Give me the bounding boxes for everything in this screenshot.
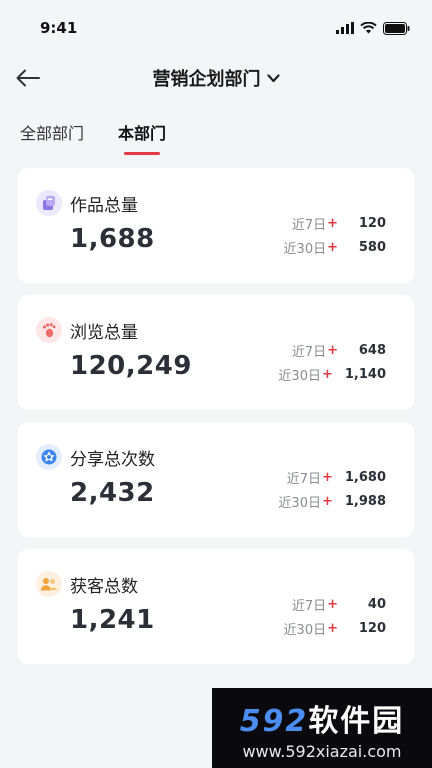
stat-value: 1,988 xyxy=(344,493,386,509)
customers-icon xyxy=(36,571,62,597)
stat-value: 1,140 xyxy=(344,366,386,382)
stat-row-30d: 近30日 + 1,988 xyxy=(278,492,386,511)
share-icon xyxy=(36,444,62,470)
stat-label: 近30日 xyxy=(283,622,327,638)
stat-value: 648 xyxy=(358,342,386,358)
stat-value: 120 xyxy=(358,620,386,636)
card-title: 获客总数 xyxy=(70,576,138,597)
plus-sign: + xyxy=(327,342,338,358)
card-header: 获客总数 xyxy=(36,571,394,597)
stat-row-30d: 近30日 + 580 xyxy=(283,238,386,257)
stat-label: 近7日 xyxy=(291,598,327,614)
nav-bar: 营销企划部门 xyxy=(0,56,432,100)
battery-icon xyxy=(383,21,410,35)
card-recent-stats: 近7日 + 120 近30日 + 580 xyxy=(283,214,386,257)
watermark-logo: 592软件园 xyxy=(240,696,405,740)
stat-card-works[interactable]: 作品总量 1,688 近7日 + 120 近30日 + 580 xyxy=(18,168,414,283)
status-time: 9:41 xyxy=(40,19,78,37)
arrow-left-icon xyxy=(16,69,40,87)
watermark-url: www.592xiazai.com xyxy=(242,741,402,761)
card-recent-stats: 近7日 + 40 近30日 + 120 xyxy=(283,595,386,638)
stat-value: 120 xyxy=(358,215,386,231)
stat-value: 40 xyxy=(367,596,386,612)
tab-all-departments[interactable]: 全部部门 xyxy=(20,120,84,144)
wifi-icon xyxy=(360,22,377,34)
watermark-brand-name: 软件园 xyxy=(308,703,405,739)
chevron-down-icon xyxy=(266,73,280,82)
plus-sign: + xyxy=(321,493,333,509)
card-recent-stats: 近7日 + 1,680 近30日 + 1,988 xyxy=(278,468,386,511)
watermark-brand-number: 592 xyxy=(239,703,309,739)
card-title: 作品总量 xyxy=(70,195,138,216)
active-tab-indicator xyxy=(124,152,161,155)
stat-label: 近30日 xyxy=(278,495,321,511)
status-icons xyxy=(336,21,410,35)
stat-row-30d: 近30日 + 1,140 xyxy=(278,365,386,384)
stat-label: 近7日 xyxy=(291,217,327,233)
department-tabs: 全部部门 本部门 xyxy=(0,100,432,156)
card-header: 作品总量 xyxy=(36,190,394,216)
footprint-icon xyxy=(36,317,62,343)
stat-label: 近7日 xyxy=(291,344,327,360)
tab-my-department[interactable]: 本部门 xyxy=(118,120,167,155)
stat-value: 1,680 xyxy=(344,469,386,485)
stat-value: 580 xyxy=(358,239,386,255)
signal-icon xyxy=(336,22,354,34)
stat-label: 近7日 xyxy=(286,471,321,487)
tab-label: 全部部门 xyxy=(20,124,85,143)
works-icon xyxy=(36,190,62,216)
back-button[interactable] xyxy=(16,64,46,92)
card-title: 分享总次数 xyxy=(70,449,155,470)
stat-card-shares[interactable]: 分享总次数 2,432 近7日 + 1,680 近30日 + 1,988 xyxy=(18,422,414,537)
stat-row-7d: 近7日 + 120 xyxy=(284,214,386,233)
stat-label: 近30日 xyxy=(278,368,321,384)
plus-sign: + xyxy=(327,620,338,636)
stat-card-views[interactable]: 浏览总量 120,249 近7日 + 648 近30日 + 1,140 xyxy=(18,295,414,410)
stat-row-7d: 近7日 + 40 xyxy=(284,595,386,614)
plus-sign: + xyxy=(321,469,333,485)
plus-sign: + xyxy=(327,215,338,231)
plus-sign: + xyxy=(321,366,333,382)
card-header: 分享总次数 xyxy=(36,444,394,470)
watermark: 592软件园 www.592xiazai.com xyxy=(212,688,432,768)
card-title: 浏览总量 xyxy=(70,322,138,343)
stat-card-customers[interactable]: 获客总数 1,241 近7日 + 40 近30日 + 120 xyxy=(18,549,414,664)
card-header: 浏览总量 xyxy=(36,317,394,343)
department-selector[interactable]: 营销企划部门 xyxy=(153,65,280,91)
nav-title: 营销企划部门 xyxy=(152,69,261,90)
stat-row-7d: 近7日 + 1,680 xyxy=(278,468,386,487)
card-recent-stats: 近7日 + 648 近30日 + 1,140 xyxy=(278,341,386,384)
status-bar: 9:41 xyxy=(0,0,432,56)
stats-card-list: 作品总量 1,688 近7日 + 120 近30日 + 580 浏览总量 120… xyxy=(0,156,432,664)
plus-sign: + xyxy=(327,596,338,612)
stat-row-30d: 近30日 + 120 xyxy=(283,619,386,638)
stat-row-7d: 近7日 + 648 xyxy=(278,341,386,360)
plus-sign: + xyxy=(327,239,338,255)
stat-label: 近30日 xyxy=(283,241,327,257)
tab-label: 本部门 xyxy=(118,124,167,143)
